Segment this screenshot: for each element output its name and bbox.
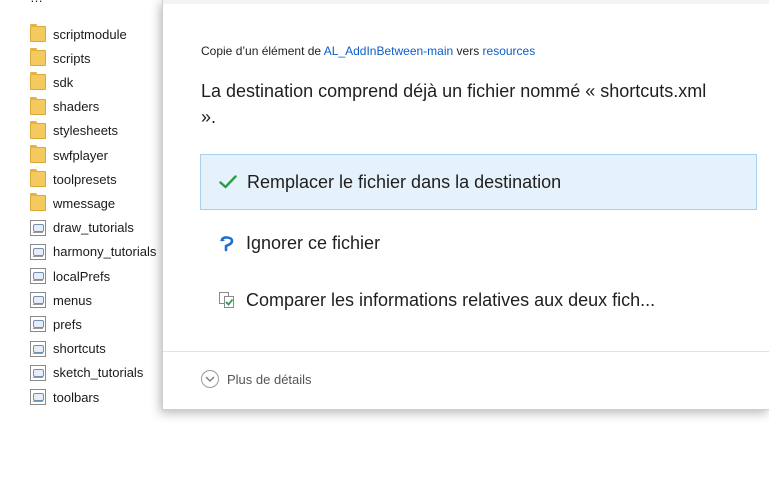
dialog-divider xyxy=(163,351,769,352)
compare-option-button[interactable]: Comparer les informations relatives aux … xyxy=(200,272,757,328)
folder-icon xyxy=(30,169,46,188)
xml-file-icon xyxy=(30,243,46,260)
skip-option-label: Ignorer ce fichier xyxy=(246,232,381,253)
compare-option-label: Comparer les informations relatives aux … xyxy=(246,289,656,310)
source-folder-link[interactable]: AL_AddInBetween-main xyxy=(324,44,453,58)
replace-or-skip-dialog: Copie d’un élément de AL_AddInBetween-ma… xyxy=(162,0,769,410)
more-details-label: Plus de détails xyxy=(227,371,312,387)
xml-file-icon xyxy=(30,219,46,236)
copy-subtitle: Copie d’un élément de AL_AddInBetween-ma… xyxy=(201,44,535,58)
folder-icon xyxy=(30,96,46,115)
chevron-down-icon xyxy=(201,370,219,388)
skip-option-button[interactable]: Ignorer ce fichier xyxy=(200,215,757,271)
xml-file-icon xyxy=(30,292,46,309)
dialog-heading: La destination comprend déjà un fichier … xyxy=(201,81,707,127)
xml-file-icon xyxy=(30,340,46,357)
folder-icon xyxy=(30,193,46,212)
folder-icon xyxy=(30,145,46,163)
check-icon xyxy=(215,175,241,189)
subtitle-middle: vers xyxy=(453,44,483,58)
dialog-top-edge xyxy=(163,0,769,4)
xml-file-icon xyxy=(30,316,46,333)
folder-icon xyxy=(30,72,46,91)
subtitle-prefix: Copie d’un élément de xyxy=(201,44,324,58)
folder-icon xyxy=(30,24,46,42)
folder-icon xyxy=(30,120,46,139)
folder-icon xyxy=(30,48,46,67)
xml-file-icon xyxy=(30,364,46,381)
replace-option-button[interactable]: Remplacer le fichier dans la destination xyxy=(200,154,757,210)
skip-arrow-icon xyxy=(214,234,240,252)
more-details-toggle[interactable]: Plus de détails xyxy=(201,370,312,388)
xml-file-icon xyxy=(30,268,46,284)
dest-folder-link[interactable]: resources xyxy=(483,44,536,58)
xml-file-icon xyxy=(30,389,46,405)
compare-files-icon xyxy=(214,290,240,310)
replace-option-label: Remplacer le fichier dans la destination xyxy=(247,171,562,192)
